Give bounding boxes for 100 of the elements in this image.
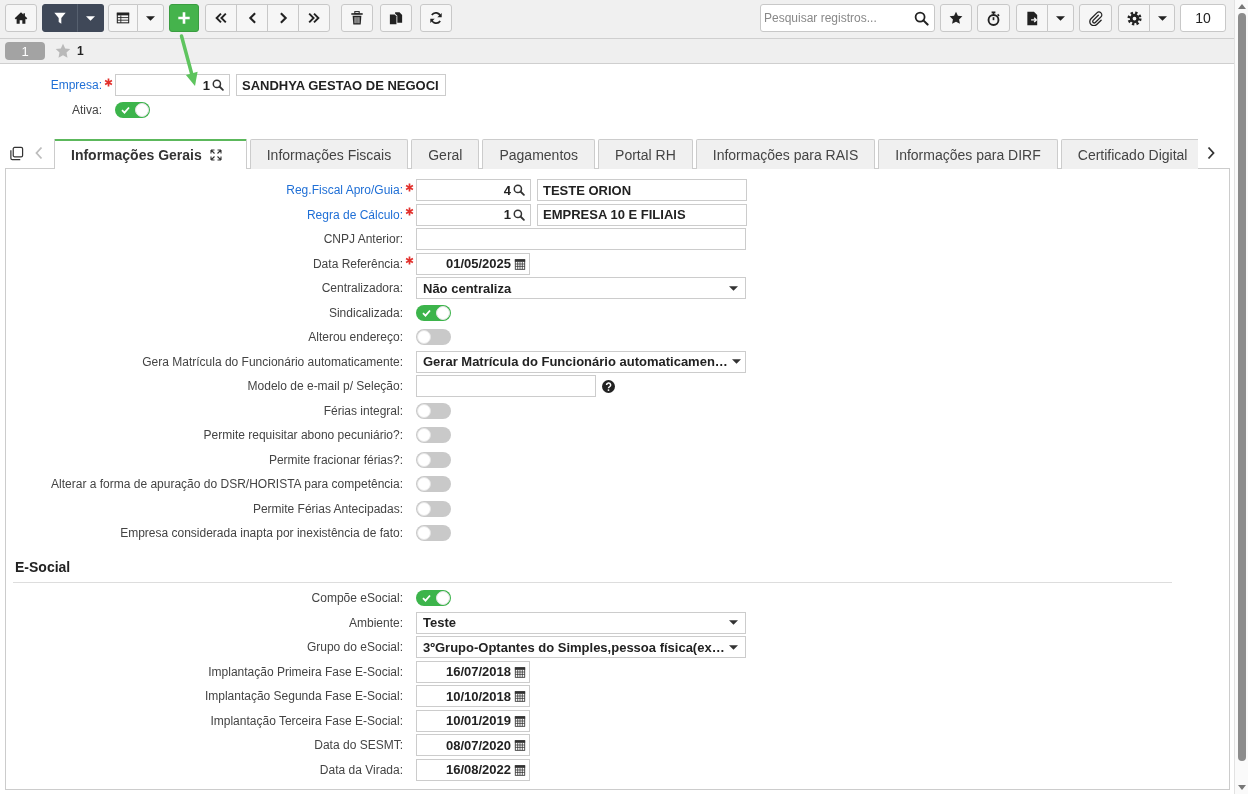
date-field[interactable]: 08/07/2020	[416, 734, 530, 756]
code-field[interactable]: 1	[416, 203, 531, 226]
toggle-switch[interactable]	[416, 427, 451, 443]
input-field[interactable]	[416, 228, 746, 250]
description-field[interactable]: SANDHYA GESTAO DE NEGOCI	[236, 74, 446, 96]
settings-button[interactable]	[1118, 4, 1150, 32]
search-icon[interactable]	[513, 208, 525, 221]
last-record-button[interactable]	[298, 4, 330, 32]
date-field[interactable]: 10/10/2018	[416, 685, 530, 707]
field-label-link[interactable]: Reg.Fiscal Apro/Guia:	[286, 183, 403, 197]
toggle-switch[interactable]	[416, 476, 451, 492]
tab[interactable]: Informações Fiscais	[249, 139, 409, 169]
toggle-switch[interactable]	[416, 402, 451, 419]
tab[interactable]: Informações Gerais	[54, 139, 247, 169]
field-label-link[interactable]: Regra de Cálculo:	[306, 207, 403, 222]
calendar-icon[interactable]	[514, 665, 526, 678]
dropdown-field[interactable]: Não centraliza	[416, 277, 746, 299]
date-field[interactable]: 10/01/2019	[416, 709, 530, 732]
description-field[interactable]: EMPRESA 10 E FILIAIS	[537, 203, 747, 226]
calendar-icon[interactable]	[514, 257, 526, 270]
scroll-up-icon[interactable]	[1237, 4, 1246, 9]
home-button[interactable]	[5, 4, 37, 32]
scrollbar-thumb[interactable]	[1237, 13, 1246, 761]
calendar-icon[interactable]	[514, 739, 526, 751]
view-menu-button[interactable]	[137, 4, 164, 32]
field-label: Permite requisitar abono pecuniário?:	[203, 428, 403, 442]
toggle-switch[interactable]	[416, 451, 451, 468]
timer-button[interactable]	[977, 4, 1010, 32]
field-label-link[interactable]: Empresa:	[50, 78, 102, 92]
dropdown-field[interactable]: Gerar Matrícula do Funcionário automaticamen…	[416, 350, 746, 373]
favorite-button[interactable]	[940, 4, 972, 32]
filter-icon	[53, 11, 67, 25]
tab[interactable]: Pagamentos	[482, 139, 596, 169]
expand-icon[interactable]	[209, 148, 222, 161]
date-field[interactable]: 16/08/2022	[416, 758, 530, 781]
search-icon[interactable]	[212, 79, 224, 91]
filter-menu-button[interactable]	[77, 4, 104, 32]
help-icon[interactable]	[602, 379, 615, 393]
dropdown-field[interactable]: 3ºGrupo-Optantes do Simples,pessoa física(ex…	[416, 636, 746, 658]
field-label: Data Referência:	[312, 256, 403, 271]
scroll-down-icon[interactable]	[1237, 785, 1246, 790]
caret-icon	[729, 620, 738, 625]
description-field[interactable]: TESTE ORION	[537, 179, 747, 201]
toggle-switch[interactable]	[416, 304, 451, 321]
code-field[interactable]: 4	[416, 179, 531, 201]
field-label: CNPJ Anterior:	[323, 232, 403, 246]
dropdown-field[interactable]: Teste	[416, 611, 746, 634]
toggle-switch[interactable]	[416, 525, 451, 541]
caret-icon	[731, 359, 741, 364]
search-icon[interactable]	[513, 184, 525, 196]
page-size-field[interactable]: 10	[1180, 4, 1226, 32]
input-field[interactable]	[416, 375, 596, 397]
tab[interactable]: Informações para DIRF	[878, 139, 1058, 169]
calendar-icon[interactable]	[514, 714, 526, 727]
field-label: Implantação Primeira Fase E-Social:	[208, 664, 403, 679]
calendar-icon[interactable]	[514, 690, 526, 702]
tab[interactable]: Portal RH	[598, 139, 693, 169]
field-label: Férias integral:	[323, 403, 403, 418]
settings-menu-button[interactable]	[1149, 4, 1175, 32]
scrollbar[interactable]	[1234, 0, 1248, 794]
previous-record-button[interactable]	[236, 4, 268, 32]
add-button[interactable]	[169, 4, 199, 32]
copy-icon[interactable]	[9, 145, 24, 161]
search-field[interactable]: Pesquisar registros...	[760, 4, 935, 32]
copy-button[interactable]	[380, 4, 412, 32]
refresh-icon	[429, 11, 443, 25]
tab[interactable]: Geral	[411, 139, 480, 169]
next-record-button[interactable]	[267, 4, 299, 32]
export-menu-button[interactable]	[1047, 4, 1074, 32]
export-button[interactable]	[1016, 4, 1048, 32]
field-label: Compõe eSocial:	[311, 591, 403, 605]
table-icon	[116, 11, 130, 25]
date-field[interactable]: 16/07/2018	[416, 660, 530, 683]
toggle-switch[interactable]	[115, 102, 150, 118]
toggle-switch[interactable]	[416, 500, 451, 517]
date-field[interactable]: 01/05/2025	[416, 252, 530, 275]
delete-button[interactable]	[341, 4, 373, 32]
search-icon[interactable]	[914, 10, 929, 26]
caret-icon	[86, 15, 95, 21]
toggle-switch[interactable]	[416, 329, 451, 345]
gear-icon	[1126, 10, 1142, 26]
check-icon	[422, 594, 431, 602]
star-icon[interactable]	[55, 43, 71, 59]
caret-icon	[146, 15, 155, 21]
next-tabs-button[interactable]	[1207, 146, 1215, 160]
tab[interactable]: Informações para RAIS	[695, 139, 876, 169]
code-field[interactable]: 1	[115, 74, 230, 96]
field-label: Data da Virada:	[319, 762, 403, 777]
paperclip-icon	[1088, 10, 1103, 26]
first-record-button[interactable]	[205, 4, 237, 32]
field-label: Modelo de e-mail p/ Seleção:	[247, 379, 403, 393]
toggle-switch[interactable]	[416, 590, 451, 606]
attach-button[interactable]	[1079, 4, 1112, 32]
grid-view-button[interactable]	[108, 4, 138, 32]
calendar-icon[interactable]	[514, 763, 526, 776]
filter-button[interactable]	[42, 4, 78, 32]
refresh-button[interactable]	[420, 4, 452, 32]
field-label: Alterou endereço:	[308, 330, 403, 344]
stopwatch-icon	[986, 10, 1001, 26]
tab[interactable]: Certificado Digital	[1060, 139, 1198, 169]
